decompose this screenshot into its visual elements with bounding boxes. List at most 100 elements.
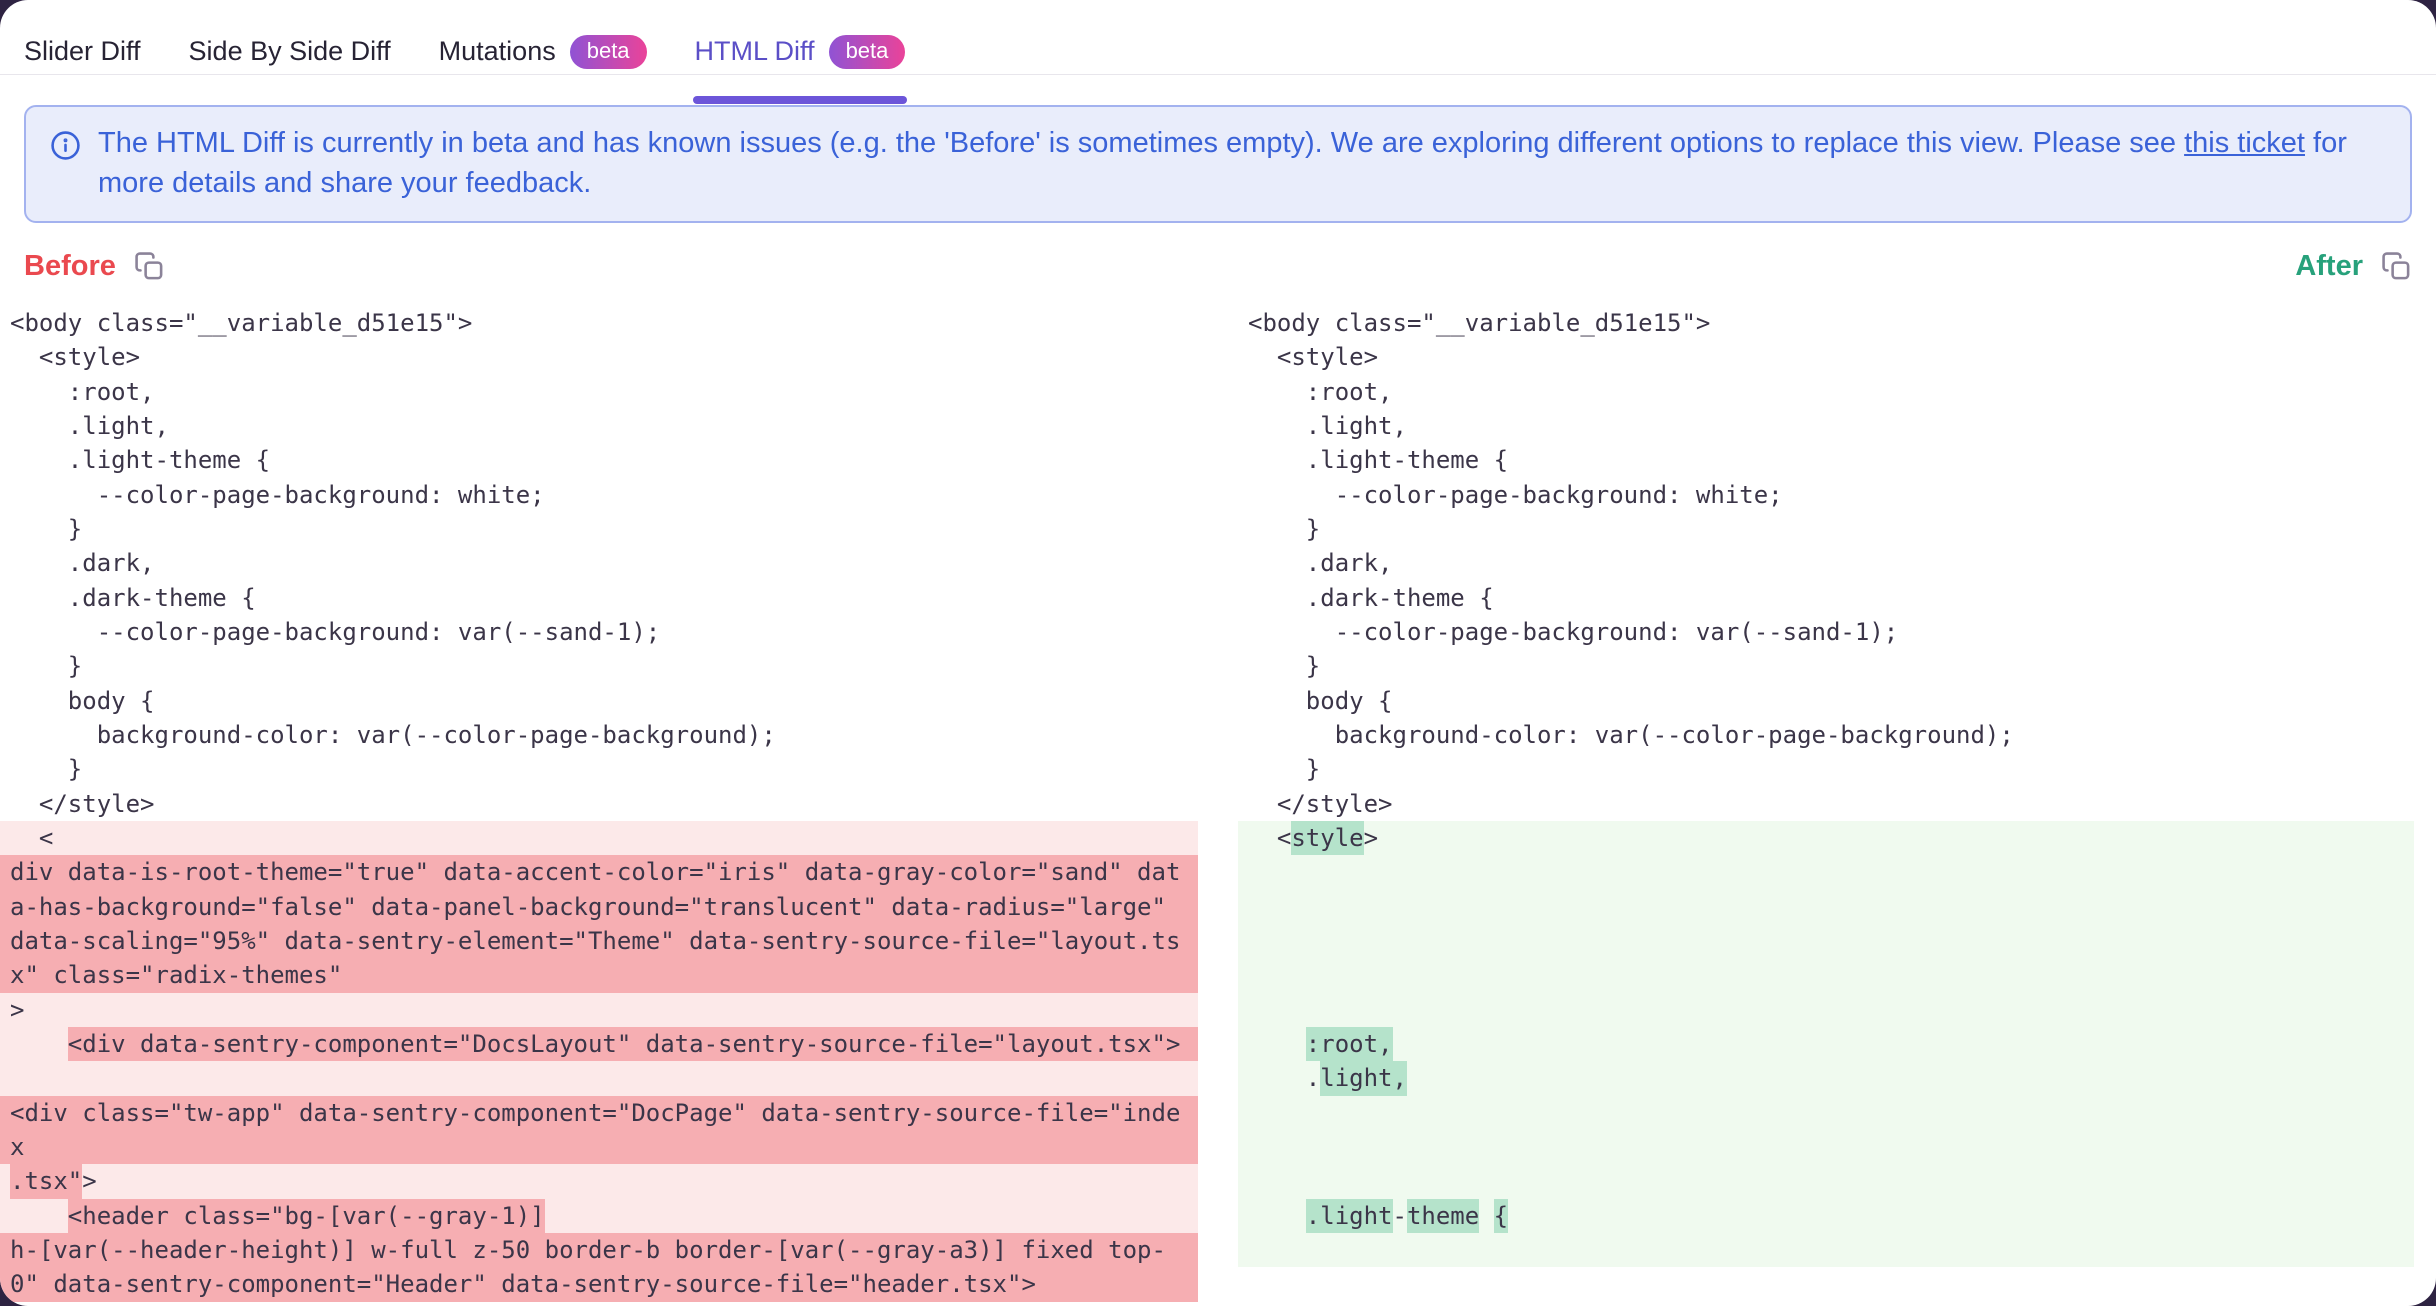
- code-text: >: [82, 1164, 96, 1198]
- code-line: [1238, 1096, 2414, 1130]
- code-text: .dark,: [10, 546, 155, 580]
- code-line: x" class="radix-themes": [0, 958, 1198, 992]
- code-line: data-scaling="95%" data-sentry-element="…: [0, 924, 1198, 958]
- code-line: </style>: [1238, 787, 2414, 821]
- beta-info-banner: The HTML Diff is currently in beta and h…: [24, 105, 2412, 223]
- tab-bar: Slider Diff Side By Side Diff Mutations …: [0, 0, 2436, 75]
- code-line: }: [0, 512, 1198, 546]
- code-line: </style>: [0, 787, 1198, 821]
- copy-before-button[interactable]: [134, 251, 165, 282]
- code-line: [0, 1061, 1198, 1095]
- diff-chunk-added: .light: [1306, 1199, 1393, 1233]
- code-line: }: [1238, 752, 2414, 786]
- before-title: Before: [24, 250, 116, 283]
- code-text: background-color: var(--color-page-backg…: [10, 718, 776, 752]
- after-code-panel[interactable]: <body class="__variable_d51e15"> <style>…: [1238, 306, 2414, 1302]
- before-code-panel[interactable]: <body class="__variable_d51e15"> <style>…: [0, 306, 1198, 1302]
- tab-label: Mutations: [439, 36, 556, 67]
- code-line: [1238, 958, 2414, 992]
- code-line: >: [0, 993, 1198, 1027]
- beta-badge: beta: [570, 35, 647, 69]
- code-line: .dark-theme {: [0, 581, 1198, 615]
- code-line: [1238, 890, 2414, 924]
- code-text: .light-theme {: [1248, 443, 1508, 477]
- diff-chunk-removed: x: [10, 1130, 24, 1164]
- code-text: }: [1248, 752, 1320, 786]
- code-line: :root,: [1238, 375, 2414, 409]
- tab-side-by-side-diff[interactable]: Side By Side Diff: [189, 28, 391, 75]
- code-line: div data-is-root-theme="true" data-accen…: [0, 855, 1198, 889]
- code-text: body {: [10, 684, 155, 718]
- diff-chunk-removed: a-has-background="false" data-panel-back…: [10, 890, 1166, 924]
- diff-chunk-added: theme: [1407, 1199, 1479, 1233]
- code-text: <style>: [10, 340, 140, 374]
- code-text: background-color: var(--color-page-backg…: [1248, 718, 2014, 752]
- code-line: body {: [1238, 684, 2414, 718]
- diff-chunk-removed: <div class="tw-app" data-sentry-componen…: [10, 1096, 1180, 1130]
- code-text: .: [1248, 1061, 1320, 1095]
- code-text: --color-page-background: white;: [10, 478, 545, 512]
- code-line: .light-theme {: [1238, 1199, 2414, 1233]
- code-line: --color-page-background: var(--sand-1);: [1238, 615, 2414, 649]
- diff-chunk-removed: 0" data-sentry-component="Header" data-s…: [10, 1267, 1036, 1301]
- code-line: .dark,: [0, 546, 1198, 580]
- panel-headers: Before After: [24, 250, 2412, 283]
- code-line: <body class="__variable_d51e15">: [1238, 306, 2414, 340]
- copy-after-button[interactable]: [2381, 251, 2412, 282]
- code-line: background-color: var(--color-page-backg…: [0, 718, 1198, 752]
- code-text: .light,: [10, 409, 169, 443]
- code-line: <body class="__variable_d51e15">: [0, 306, 1198, 340]
- code-line: .dark-theme {: [1238, 581, 2414, 615]
- tab-mutations[interactable]: Mutations beta: [439, 28, 647, 75]
- code-line: 0" data-sentry-component="Header" data-s…: [0, 1267, 1198, 1301]
- code-line: <: [0, 821, 1198, 855]
- diff-chunk-removed: div data-is-root-theme="true" data-accen…: [10, 855, 1180, 889]
- code-text: :root,: [1248, 375, 1393, 409]
- copy-icon: [2381, 251, 2412, 282]
- code-text: :root,: [10, 375, 155, 409]
- banner-text-start: The HTML Diff is currently in beta and h…: [98, 127, 2184, 159]
- info-icon: [50, 130, 81, 161]
- code-text: }: [10, 752, 82, 786]
- code-text: >: [10, 993, 24, 1027]
- tab-label: HTML Diff: [695, 36, 815, 67]
- code-text: <: [10, 821, 53, 855]
- diff-code-area: <body class="__variable_d51e15"> <style>…: [0, 306, 2436, 1302]
- diff-viewer-card: Slider Diff Side By Side Diff Mutations …: [0, 0, 2436, 1306]
- code-line: h-[var(--header-height)] w-full z-50 bor…: [0, 1233, 1198, 1267]
- code-line: :root,: [1238, 1027, 2414, 1061]
- code-line: background-color: var(--color-page-backg…: [1238, 718, 2414, 752]
- code-text: --color-page-background: var(--sand-1);: [10, 615, 660, 649]
- code-text: .dark-theme {: [10, 581, 256, 615]
- code-line: <style>: [1238, 340, 2414, 374]
- code-text: }: [1248, 512, 1320, 546]
- tab-slider-diff[interactable]: Slider Diff: [24, 28, 141, 75]
- code-text: }: [1248, 649, 1320, 683]
- diff-chunk-removed: h-[var(--header-height)] w-full z-50 bor…: [10, 1233, 1166, 1267]
- diff-chunk-removed: .tsx": [10, 1164, 82, 1198]
- code-text: >: [1364, 821, 1378, 855]
- code-text: [1248, 1199, 1306, 1233]
- code-line: <header class="bg-[var(--gray-1)]: [0, 1199, 1198, 1233]
- diff-chunk-removed: x" class="radix-themes": [10, 958, 342, 992]
- beta-badge: beta: [829, 35, 906, 69]
- tab-html-diff[interactable]: HTML Diff beta: [695, 28, 906, 75]
- code-line: }: [1238, 649, 2414, 683]
- code-text: <style>: [1248, 340, 1378, 374]
- code-line: [1238, 1164, 2414, 1198]
- diff-chunk-removed: <div data-sentry-component="DocsLayout" …: [68, 1027, 1198, 1061]
- code-line: .light,: [0, 409, 1198, 443]
- code-line: .dark,: [1238, 546, 2414, 580]
- code-text: --color-page-background: var(--sand-1);: [1248, 615, 1898, 649]
- code-text: [10, 1027, 68, 1061]
- code-text: [1479, 1199, 1493, 1233]
- code-text: --color-page-background: white;: [1248, 478, 1783, 512]
- code-text: body {: [1248, 684, 1393, 718]
- code-text: <body class="__variable_d51e15">: [10, 306, 472, 340]
- this-ticket-link[interactable]: this ticket: [2184, 127, 2305, 159]
- code-text: .light,: [1248, 409, 1407, 443]
- code-line: }: [0, 649, 1198, 683]
- code-line: --color-page-background: var(--sand-1);: [0, 615, 1198, 649]
- code-line: [1238, 993, 2414, 1027]
- code-line: .light-theme {: [1238, 443, 2414, 477]
